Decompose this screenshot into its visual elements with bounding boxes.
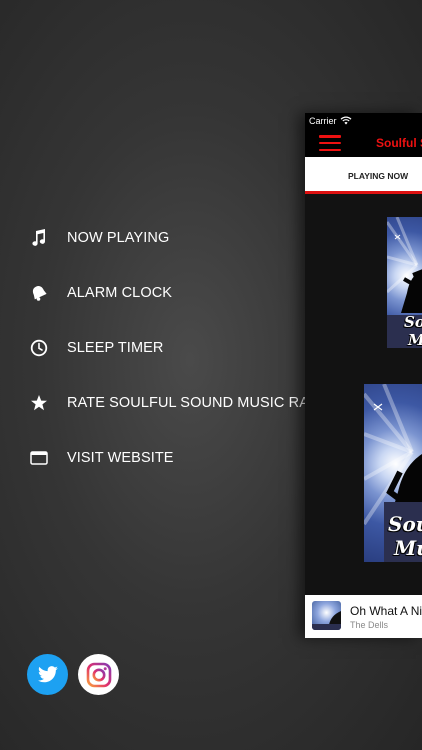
- menu-item-label: ALARM CLOCK: [67, 285, 173, 301]
- instagram-button[interactable]: [78, 654, 119, 695]
- bell-icon: [30, 284, 48, 302]
- artwork-text-line1: Soulful: [388, 512, 422, 536]
- mini-player[interactable]: Oh What A Night The Dells: [305, 595, 422, 638]
- clock-icon: [30, 339, 48, 357]
- app-nav-bar: Soulful Sound Music Radio: [305, 128, 422, 157]
- tab-playing-now[interactable]: PLAYING NOW: [305, 157, 422, 194]
- menu-item-label: NOW PLAYING: [67, 230, 170, 246]
- station-logo-small: Soulful Music: [387, 217, 422, 348]
- twitter-button[interactable]: [27, 654, 68, 695]
- carrier-label: Carrier: [309, 115, 337, 126]
- menu-item-rate-app[interactable]: RATE SOULFUL SOUND MUSIC RADIO: [30, 388, 335, 418]
- artwork-text-line2: Music: [408, 331, 422, 348]
- menu-item-sleep-timer[interactable]: SLEEP TIMER: [30, 333, 163, 363]
- menu-item-alarm-clock[interactable]: ALARM CLOCK: [30, 278, 172, 308]
- station-logo-large: Soulful Music: [364, 384, 422, 562]
- star-icon: [30, 394, 48, 412]
- menu-item-visit-website[interactable]: VISIT WEBSITE: [30, 443, 174, 473]
- album-art-area: Soulful Music Soulful Music: [305, 194, 422, 595]
- instagram-icon: [86, 662, 111, 687]
- twitter-icon: [37, 665, 58, 682]
- wifi-icon: [340, 116, 351, 125]
- menu-item-label: RATE SOULFUL SOUND MUSIC RADIO: [67, 395, 336, 411]
- track-artist: The Dells: [350, 620, 389, 630]
- hamburger-menu-icon[interactable]: [319, 135, 341, 152]
- artwork-text-line2: Music: [394, 536, 422, 560]
- track-title: Oh What A Night: [350, 604, 422, 618]
- status-bar: Carrier: [305, 113, 422, 128]
- music-note-icon: [30, 229, 48, 247]
- menu-item-label: SLEEP TIMER: [67, 340, 164, 356]
- browser-window-icon: [30, 449, 48, 467]
- menu-item-now-playing[interactable]: NOW PLAYING: [30, 223, 169, 253]
- tab-label: PLAYING NOW: [348, 171, 409, 181]
- artwork-text-line1: Soulful: [404, 313, 422, 331]
- track-thumbnail: [312, 601, 341, 630]
- app-title: Soulful Sound Music Radio: [376, 136, 422, 150]
- menu-item-label: VISIT WEBSITE: [67, 450, 174, 466]
- app-preview-panel[interactable]: Carrier Soulful Sound Music Radio PLAYIN…: [305, 113, 422, 638]
